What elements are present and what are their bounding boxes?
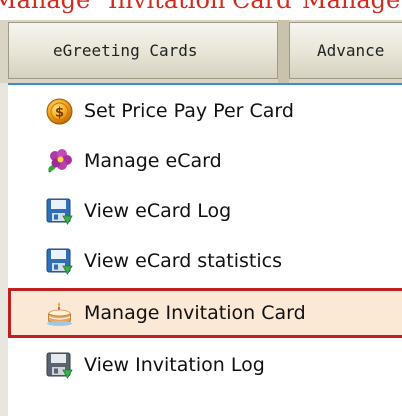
coin-icon: $ <box>46 98 73 125</box>
svg-text:$: $ <box>55 106 64 121</box>
flower-icon <box>46 148 73 175</box>
floppy-disk-icon <box>46 198 73 225</box>
cut-text-fragment: Manage <box>302 0 401 14</box>
menu-top-border <box>8 83 402 85</box>
menu-item-label: Manage Invitation Card <box>84 302 306 324</box>
cut-text-fragment: Invitation <box>108 0 226 14</box>
menu-item-label: View eCard statistics <box>84 250 282 272</box>
tab-separator <box>278 20 289 83</box>
tab-advanced[interactable]: Advance <box>289 22 402 79</box>
menu-item-view-ecard-statistics[interactable]: View eCard statistics <box>8 236 402 286</box>
cut-off-heading: Manage Invitation Card Manage <box>0 0 402 13</box>
menu-item-label: View eCard Log <box>84 200 232 222</box>
tab-egreeting-cards[interactable]: eGreeting Cards <box>8 22 278 79</box>
top-cut-text-strip: Manage Invitation Card Manage <box>0 0 402 20</box>
egreeting-cards-dropdown-menu: $ Set Price Pay Per Card Manage eCard Vi… <box>0 83 402 416</box>
cake-icon <box>46 300 73 327</box>
floppy-disk-icon <box>46 352 73 379</box>
menu-item-label: Manage eCard <box>84 150 222 172</box>
menu-item-manage-ecard[interactable]: Manage eCard <box>8 136 402 186</box>
tab-advanced-label: Advance <box>317 41 385 60</box>
floppy-disk-icon <box>46 248 73 275</box>
menu-item-view-ecard-log[interactable]: View eCard Log <box>8 186 402 236</box>
tab-egreeting-cards-label: eGreeting Cards <box>53 41 198 60</box>
menu-item-view-invitation-log[interactable]: View Invitation Log <box>8 340 402 390</box>
menu-item-label: View Invitation Log <box>84 354 265 376</box>
cut-text-fragment: Manage <box>0 0 91 14</box>
menu-item-manage-invitation-card[interactable]: Manage Invitation Card <box>8 288 402 338</box>
cut-text-fragment: Card <box>232 0 292 14</box>
tab-bar: eGreeting Cards Advance <box>0 20 402 83</box>
menu-item-label: Set Price Pay Per Card <box>84 100 294 122</box>
menu-item-set-price-pay-per-card[interactable]: $ Set Price Pay Per Card <box>8 86 402 136</box>
